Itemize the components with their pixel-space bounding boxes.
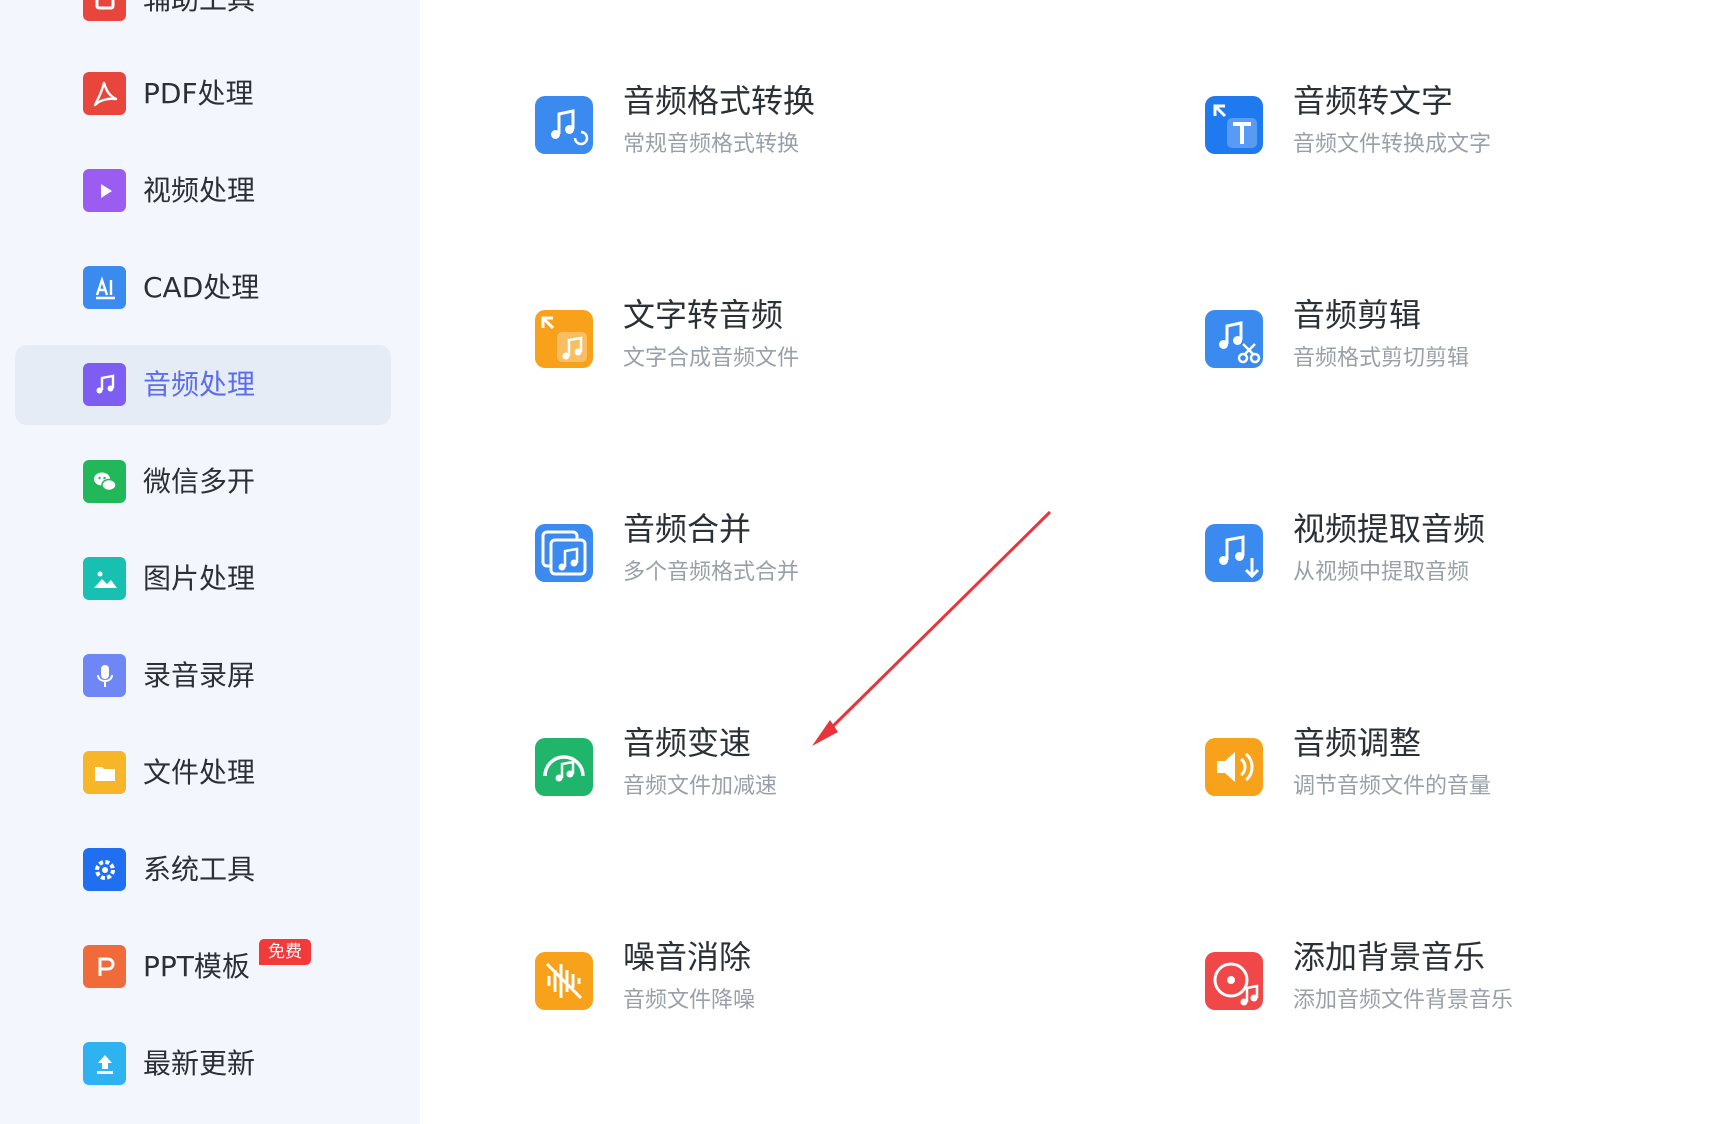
audio-cut-icon: [1205, 310, 1263, 368]
tool-bg-music[interactable]: 添加背景音乐 添加音频文件背景音乐: [1205, 934, 1728, 1044]
tool-title: 音频剪辑: [1293, 296, 1422, 334]
tool-title: 音频调整: [1293, 724, 1422, 762]
sidebar-item-label: PPT模板: [143, 950, 250, 983]
microphone-icon: [83, 654, 126, 697]
tool-audio-convert[interactable]: 音频格式转换 常规音频格式转换: [535, 78, 1095, 188]
sidebar-item-audio[interactable]: 音频处理: [15, 345, 391, 425]
tool-subtitle: 文字合成音频文件: [623, 346, 800, 371]
pdf-icon: [83, 72, 126, 115]
tool-subtitle: 多个音频格式合并: [623, 560, 800, 585]
video-play-icon: [83, 169, 126, 212]
sidebar-item-label: 图片处理: [143, 562, 256, 595]
tool-title: 噪音消除: [623, 938, 752, 976]
bg-music-icon: [1205, 952, 1263, 1010]
ppt-icon: [83, 945, 126, 988]
tool-text-to-audio[interactable]: 文字转音频 文字合成音频文件: [535, 292, 1095, 402]
tool-title: 添加背景音乐: [1293, 938, 1486, 976]
sidebar-item-label: 辅助工具: [143, 0, 255, 40]
tool-title: 文字转音频: [623, 296, 784, 334]
text-to-audio-icon: [535, 310, 593, 368]
sidebar-item-label: 最新更新: [143, 1047, 256, 1080]
sidebar-item-label: PDF处理: [143, 77, 254, 110]
tool-audio-merge[interactable]: 音频合并 多个音频格式合并: [535, 506, 1095, 616]
sidebar-item-image[interactable]: 图片处理: [15, 539, 391, 619]
tool-volume-adjust[interactable]: 音频调整 调节音频文件的音量: [1205, 720, 1728, 830]
tool-subtitle: 从视频中提取音频: [1293, 560, 1470, 585]
upload-icon: [83, 1042, 126, 1085]
tool-subtitle: 调节音频文件的音量: [1293, 774, 1492, 799]
tool-subtitle: 音频文件转换成文字: [1293, 132, 1492, 157]
sidebar-item-helper[interactable]: 辅助工具: [15, 0, 391, 40]
tool-audio-speed[interactable]: 音频变速 音频文件加减速: [535, 720, 1095, 830]
sidebar-item-updates[interactable]: 最新更新: [15, 1024, 391, 1104]
helper-icon: [83, 0, 126, 21]
sidebar-item-label: 音频处理: [143, 368, 256, 401]
tool-audio-to-text[interactable]: 音频转文字 音频文件转换成文字: [1205, 78, 1728, 188]
tool-audio-cut[interactable]: 音频剪辑 音频格式剪切剪辑: [1205, 292, 1728, 402]
sidebar-item-pdf[interactable]: PDF处理: [15, 54, 391, 134]
sidebar-item-system[interactable]: 系统工具: [15, 830, 391, 910]
tool-subtitle: 音频文件降噪: [623, 988, 756, 1013]
tool-title: 音频转文字: [1293, 82, 1454, 120]
audio-to-text-icon: [1205, 96, 1263, 154]
sidebar: 辅助工具 PDF处理 视频处理 CAD处理 音频处理 微信多开: [0, 0, 420, 1124]
tool-subtitle: 音频格式剪切剪辑: [1293, 346, 1470, 371]
tool-subtitle: 常规音频格式转换: [623, 132, 800, 157]
image-icon: [83, 557, 126, 600]
audio-speed-icon: [535, 738, 593, 796]
tool-noise-reduce[interactable]: 噪音消除 音频文件降噪: [535, 934, 1095, 1044]
music-note-icon: [83, 363, 126, 406]
sidebar-item-label: 文件处理: [143, 756, 256, 789]
extract-audio-icon: [1205, 524, 1263, 582]
sidebar-item-label: 系统工具: [143, 853, 256, 886]
sidebar-item-file[interactable]: 文件处理: [15, 733, 391, 813]
sidebar-item-ppt[interactable]: PPT模板 免费: [15, 927, 391, 1007]
free-badge: 免费: [259, 939, 311, 965]
sidebar-item-video[interactable]: 视频处理: [15, 151, 391, 231]
folder-icon: [83, 751, 126, 794]
sidebar-item-cad[interactable]: CAD处理: [15, 248, 391, 328]
tool-extract-audio[interactable]: 视频提取音频 从视频中提取音频: [1205, 506, 1728, 616]
audio-merge-icon: [535, 524, 593, 582]
sidebar-item-label: CAD处理: [143, 271, 260, 304]
sidebar-item-label: 录音录屏: [143, 659, 256, 692]
tool-subtitle: 添加音频文件背景音乐: [1293, 988, 1514, 1013]
gear-icon: [83, 848, 126, 891]
noise-reduce-icon: [535, 952, 593, 1010]
tool-title: 音频格式转换: [623, 82, 816, 120]
tool-title: 音频合并: [623, 510, 752, 548]
cad-icon: [83, 266, 126, 309]
audio-convert-icon: [535, 96, 593, 154]
volume-icon: [1205, 738, 1263, 796]
sidebar-item-record[interactable]: 录音录屏: [15, 636, 391, 716]
tool-title: 音频变速: [623, 724, 752, 762]
sidebar-item-label: 视频处理: [143, 174, 256, 207]
wechat-icon: [83, 460, 126, 503]
tool-title: 视频提取音频: [1293, 510, 1486, 548]
sidebar-item-wechat[interactable]: 微信多开: [15, 442, 391, 522]
sidebar-item-label: 微信多开: [143, 465, 256, 498]
tool-subtitle: 音频文件加减速: [623, 774, 778, 799]
